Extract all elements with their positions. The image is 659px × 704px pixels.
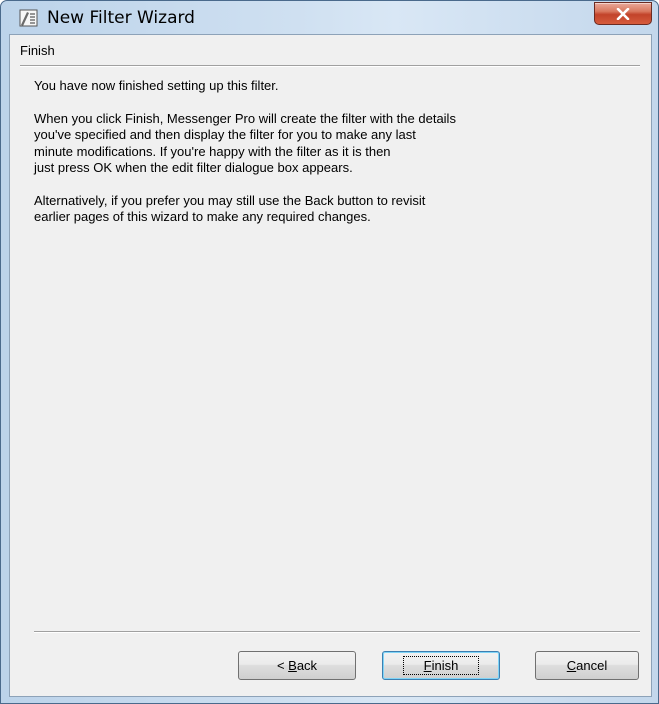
cancel-button[interactable]: Cancel xyxy=(535,651,639,680)
back-button[interactable]: < Back xyxy=(238,651,356,680)
header-divider xyxy=(20,65,640,67)
finish-button[interactable]: Finish xyxy=(382,651,500,680)
title-bar[interactable]: New Filter Wizard xyxy=(1,1,658,35)
finish-explanation: When you click Finish, Messenger Pro wil… xyxy=(34,110,456,176)
close-x-icon xyxy=(616,8,630,20)
back-explanation: Alternatively, if you prefer you may sti… xyxy=(34,192,426,225)
wizard-client-area: Finish You have now finished setting up … xyxy=(9,34,652,697)
wizard-body: You have now finished setting up this fi… xyxy=(34,78,634,242)
finished-message: You have now finished setting up this fi… xyxy=(34,78,279,93)
close-button[interactable] xyxy=(594,2,652,25)
window-title: New Filter Wizard xyxy=(47,8,195,28)
cancel-button-label: Cancel xyxy=(566,658,608,673)
footer-divider xyxy=(34,631,640,633)
finish-button-label: Finish xyxy=(402,656,480,675)
page-title: Finish xyxy=(20,43,55,58)
wizard-window: New Filter Wizard Finish You have now fi… xyxy=(0,0,659,704)
back-button-label: < Back xyxy=(276,658,318,673)
wizard-app-icon xyxy=(19,8,39,28)
